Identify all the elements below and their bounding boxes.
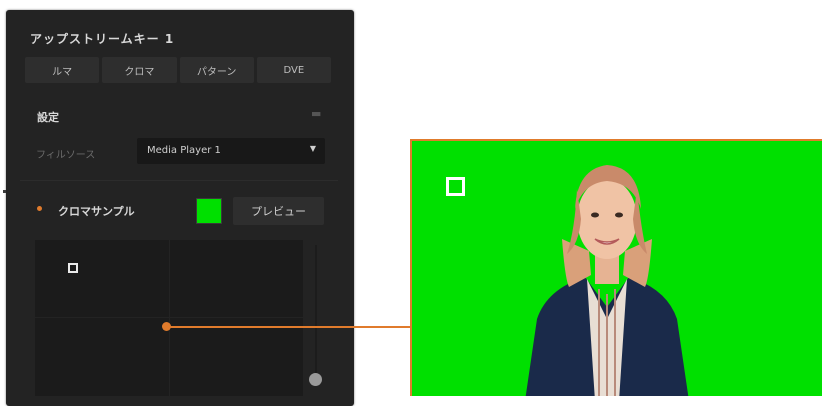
tab-dve[interactable]: DVE xyxy=(256,57,331,83)
fill-source-value: Media Player 1 xyxy=(147,145,221,156)
tab-chroma[interactable]: クロマ xyxy=(102,57,177,83)
tab-luma[interactable]: ルマ xyxy=(25,57,100,83)
panel-edge-marker xyxy=(3,190,6,193)
panel-title: アップストリームキー 1 xyxy=(30,32,175,46)
sample-marker-icon[interactable] xyxy=(68,263,78,273)
sample-grid-vertical xyxy=(169,240,170,396)
chroma-color-swatch[interactable] xyxy=(196,198,222,224)
sample-grid-horizontal xyxy=(35,317,303,318)
fill-source-select[interactable]: Media Player 1 ▼ xyxy=(137,138,325,164)
video-sample-marker-icon xyxy=(446,177,465,196)
chroma-sample-label: クロマサンプル xyxy=(58,205,135,218)
tab-pattern[interactable]: パターン xyxy=(179,57,254,83)
scrollbar-thumb[interactable] xyxy=(309,373,322,386)
section-divider xyxy=(20,180,338,181)
callout-connector-line xyxy=(166,326,411,328)
fill-source-label: フィルソース xyxy=(36,150,96,161)
settings-section-label: 設定 xyxy=(37,111,59,124)
chroma-sample-indicator xyxy=(37,206,42,211)
key-type-tabs: ルマ クロマ パターン DVE xyxy=(25,57,331,83)
preview-button[interactable]: プレビュー xyxy=(233,197,324,225)
callout-connector-dot xyxy=(162,322,171,331)
video-preview xyxy=(410,139,822,396)
presenter-figure xyxy=(525,165,689,396)
chevron-down-icon: ▼ xyxy=(309,144,316,153)
scrollbar-track[interactable] xyxy=(315,245,317,375)
collapse-icon[interactable]: ▬ xyxy=(311,107,321,120)
